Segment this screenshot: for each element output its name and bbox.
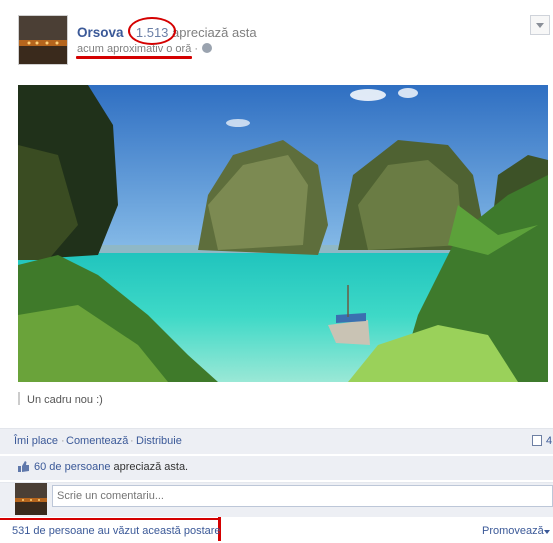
promote-button[interactable]: Promovează	[482, 525, 544, 537]
timestamp-separator: ·	[194, 43, 199, 55]
promote-caret-icon[interactable]	[544, 530, 550, 534]
commenter-avatar	[15, 483, 47, 515]
action-separator: ·	[130, 435, 134, 447]
caption-marker	[18, 392, 20, 405]
timestamp-link[interactable]: acum aproximativ o oră	[77, 43, 191, 55]
red-underline-annotation	[76, 56, 192, 59]
facebook-post: Orsova · 1.513 apreciază asta acum aproxim…	[0, 0, 553, 543]
likes-suffix: apreciază asta	[172, 25, 257, 40]
action-bar: Îmi place · Comentează · Distribuie 4	[0, 428, 553, 454]
share-icon[interactable]	[532, 435, 542, 446]
share-link[interactable]: Distribuie	[136, 435, 182, 447]
likers-suffix: apreciază asta.	[113, 461, 189, 473]
views-count: 531 de persoane au văzut această postare	[12, 525, 221, 537]
share-count[interactable]: 4	[546, 435, 552, 447]
page-name-link[interactable]: Orsova	[77, 25, 124, 40]
thumbs-up-icon	[18, 461, 29, 472]
red-circle-annotation	[128, 17, 176, 45]
red-underline-annotation	[0, 518, 220, 520]
page-avatar[interactable]	[18, 15, 68, 65]
action-separator: ·	[61, 435, 65, 447]
like-link[interactable]: Îmi place	[14, 435, 58, 447]
post-caption: Un cadru nou :)	[27, 394, 103, 406]
menu-chevron-icon[interactable]	[530, 15, 550, 35]
comment-input[interactable]	[52, 485, 553, 507]
globe-icon	[202, 43, 213, 53]
post-photo[interactable]	[18, 85, 548, 382]
likers-link[interactable]: 60 de persoane	[34, 461, 110, 473]
post-timestamp: acum aproximativ o oră ·	[77, 43, 213, 55]
comment-link[interactable]: Comentează	[66, 435, 128, 447]
likes-row-text: 60 de persoane apreciază asta.	[34, 461, 188, 473]
